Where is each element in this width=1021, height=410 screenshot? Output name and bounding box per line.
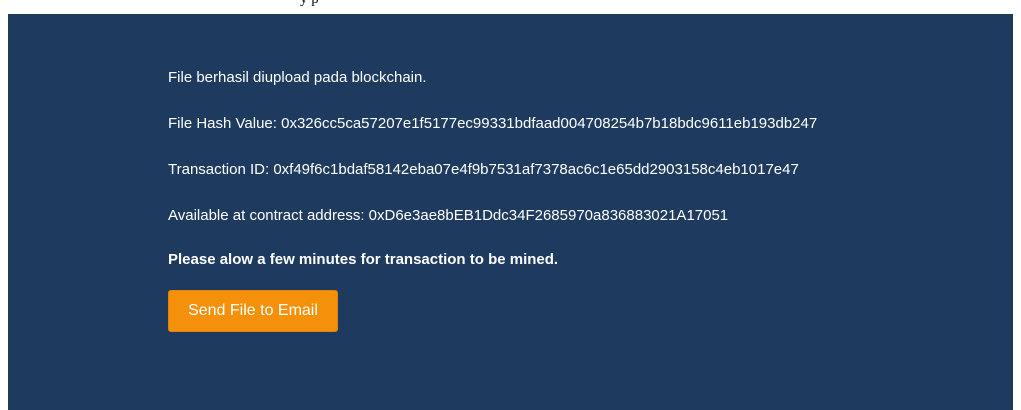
send-file-to-email-button[interactable]: Send File to Email xyxy=(168,290,338,332)
clipped-top-text: y p xyxy=(300,0,319,8)
transaction-id-text: Transaction ID: 0xf49f6c1bdaf58142eba07e… xyxy=(168,161,799,178)
file-hash-text: File Hash Value: 0x326cc5ca57207e1f5177e… xyxy=(168,115,818,132)
result-panel: File berhasil diupload pada blockchain. … xyxy=(8,14,1013,410)
mining-notice-text: Please alow a few minutes for transactio… xyxy=(168,251,559,268)
upload-status-text: File berhasil diupload pada blockchain. xyxy=(168,69,427,86)
contract-address-text: Available at contract address: 0xD6e3ae8… xyxy=(168,207,729,224)
top-strip: y p xyxy=(0,0,1021,14)
